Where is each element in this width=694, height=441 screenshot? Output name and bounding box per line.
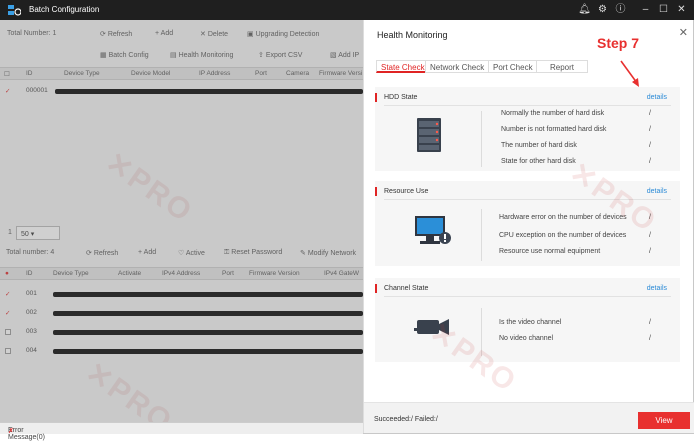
row-checkbox[interactable] (5, 348, 11, 354)
gear-icon[interactable]: ⚙ (596, 3, 609, 16)
divider (384, 296, 671, 297)
add-ip-button[interactable]: ▧ Add IP (330, 51, 359, 59)
resource-use-section: Resource Use details Hardware error on t… (375, 181, 680, 266)
panel-footer: Succeeded:/ Failed:/ View (364, 402, 694, 433)
stat-value: / (649, 158, 651, 165)
reset-password-button[interactable]: ⚿ Reset Password (224, 249, 282, 257)
section-title: Resource Use (384, 188, 429, 195)
stat-label: Normally the number of hard disk (501, 110, 605, 117)
health-monitoring-panel: Health Monitoring ✕ State Check Network … (363, 20, 694, 433)
table-header-bottom: ● ID Device Type Activate IPv4 Address P… (0, 267, 363, 280)
table-row[interactable]: 003 (0, 325, 363, 339)
stat-label: No video channel (499, 335, 554, 342)
stat-label: The number of hard disk (501, 142, 577, 149)
upgrading-detection-button[interactable]: ▣ Upgrading Detection (247, 30, 319, 38)
row-checkbox[interactable] (5, 329, 11, 335)
device-list-pane: Total Number: 1 ⟳ Refresh + Add ✕ Delete… (0, 20, 363, 433)
page-size-select[interactable]: 50 ▾ (16, 226, 60, 240)
stat-value: / (649, 335, 651, 342)
tab-report[interactable]: Report (536, 60, 588, 73)
window-title: Batch Configuration (29, 5, 100, 14)
divider (481, 111, 482, 167)
annotation-arrow-icon (620, 60, 639, 87)
table-row[interactable]: 004 (0, 344, 363, 358)
resource-details-link[interactable]: details (647, 188, 667, 195)
section-title: Channel State (384, 285, 429, 292)
total-number-bottom: Total number: 4 (6, 249, 55, 256)
redaction-bar (53, 311, 363, 316)
redaction-bar (53, 330, 363, 335)
stat-label: Resource use normal equipment (499, 248, 601, 255)
hdd-details-link[interactable]: details (647, 94, 667, 101)
tab-port-check[interactable]: Port Check (488, 60, 538, 73)
divider (481, 209, 482, 261)
bell-icon[interactable]: 🔔︎ (578, 3, 591, 16)
stat-label: State for other hard disk (501, 158, 576, 165)
hdd-state-section: HDD State details Normally the number of… (375, 87, 680, 171)
table-row[interactable]: ✓ 000001 (0, 84, 363, 98)
section-title: HDD State (384, 94, 418, 101)
health-monitoring-button[interactable]: ▤ Health Monitoring (170, 51, 233, 59)
stat-label: CPU exception on the number of devices (499, 232, 627, 239)
info-icon[interactable]: ⓘ (614, 3, 627, 16)
stat-value: / (649, 142, 651, 149)
stat-value: / (649, 214, 651, 221)
export-csv-button[interactable]: ⇪ Export CSV (258, 51, 302, 59)
error-message-bar[interactable]: Error Message(0) ✗ (0, 422, 363, 441)
select-all-checkbox[interactable]: ☐ (4, 70, 10, 78)
section-marker (375, 187, 377, 196)
row-checked-icon[interactable]: ✓ (5, 309, 10, 317)
view-button[interactable]: View (638, 412, 690, 429)
divider (384, 105, 671, 106)
delete-button-top[interactable]: ✕ Delete (200, 30, 228, 38)
close-window-icon[interactable]: ✕ (675, 3, 688, 16)
maximize-icon[interactable]: ☐ (657, 3, 670, 16)
table-header-top: ☐ ID Device Type Device Model IP Address… (0, 67, 363, 80)
tab-network-check[interactable]: Network Check (425, 60, 490, 73)
divider (384, 199, 671, 200)
stat-label: Hardware error on the number of devices (499, 214, 627, 221)
app-logo-icon (8, 5, 21, 16)
section-marker (375, 284, 377, 293)
redaction-bar (53, 292, 363, 297)
table-row[interactable]: ✓ 002 (0, 306, 363, 320)
refresh-button-bottom[interactable]: ⟳ Refresh (86, 249, 118, 257)
row-checked-icon[interactable]: ✓ (5, 290, 10, 298)
hard-disk-icon (417, 118, 441, 152)
section-marker (375, 93, 377, 102)
add-button-top[interactable]: + Add (155, 30, 173, 37)
add-button-bottom[interactable]: + Add (138, 249, 156, 256)
refresh-button-top[interactable]: ⟳ Refresh (100, 30, 132, 38)
redaction-bar (53, 349, 363, 354)
divider (481, 308, 482, 356)
active-button[interactable]: ♡ Active (178, 249, 205, 257)
select-all-checkbox-bottom[interactable]: ● (5, 270, 9, 277)
tab-state-check[interactable]: State Check (376, 60, 430, 73)
table-row[interactable]: ✓ 001 (0, 287, 363, 301)
watermark: ✕PRO (99, 145, 199, 230)
batch-config-button[interactable]: ▦ Batch Config (100, 51, 149, 59)
total-number-top: Total Number: 1 (7, 30, 57, 37)
page-number: 1 (8, 229, 12, 236)
result-status: Succeeded:/ Failed:/ (374, 416, 438, 423)
stat-value: / (649, 248, 651, 255)
modify-network-button[interactable]: ✎ Modify Network (300, 249, 356, 257)
channel-details-link[interactable]: details (647, 285, 667, 292)
redaction-bar (55, 89, 363, 94)
minimize-icon[interactable]: – (639, 3, 652, 16)
close-icon[interactable]: ✕ (679, 26, 688, 39)
stat-value: / (649, 126, 651, 133)
stat-value: / (649, 232, 651, 239)
step-annotation: Step 7 (597, 35, 640, 51)
panel-title: Health Monitoring (377, 30, 448, 40)
channel-state-section: Channel State details Is the video chann… (375, 278, 680, 362)
monitor-icon (415, 216, 451, 244)
title-bar: Batch Configuration 🔔︎ ⚙ ⓘ – ☐ ✕ (0, 0, 694, 20)
row-checked-icon[interactable]: ✓ (5, 87, 10, 95)
stat-label: Number is not formatted hard disk (501, 126, 607, 133)
stat-label: Is the video channel (499, 319, 562, 326)
stat-value: / (649, 110, 651, 117)
stat-value: / (649, 319, 651, 326)
video-camera-icon (414, 319, 449, 335)
